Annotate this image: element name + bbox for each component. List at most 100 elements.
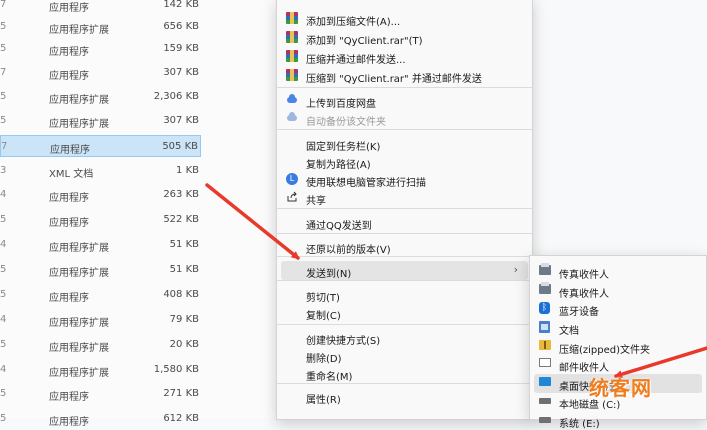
menu-item-rename[interactable]: 重命名(M) [281, 364, 528, 383]
file-size: 20 KB [169, 339, 199, 350]
file-row[interactable]: 5 应用程序 612 KB [0, 408, 201, 430]
file-idx: 4 [0, 239, 7, 250]
file-size: 612 KB [163, 413, 199, 424]
file-size: 408 KB [163, 289, 199, 300]
menu-item-label: 创建快捷方式(S) [306, 336, 381, 347]
file-row[interactable]: 5 应用程序扩展 307 KB [0, 110, 201, 132]
file-type: 应用程序 [49, 293, 89, 304]
menu-item-label: 添加到 "QyClient.rar"(T) [306, 36, 423, 47]
file-type: 应用程序扩展 [49, 268, 109, 279]
menu-item-restore-versions[interactable]: 还原以前的版本(V) [281, 237, 528, 256]
file-type: 应用程序扩展 [49, 243, 109, 254]
mail-icon [539, 358, 551, 370]
file-row[interactable]: 5 应用程序 408 KB [0, 284, 201, 306]
menu-item-upload-baidu[interactable]: 上传到百度网盘 [281, 91, 528, 110]
submenu-item-bluetooth[interactable]: ᛒ 蓝牙设备 [534, 299, 702, 318]
submenu-item-label: 蓝牙设备 [559, 307, 599, 318]
file-type: 应用程序 [50, 145, 90, 156]
disk-icon [539, 395, 551, 407]
submenu-item-documents[interactable]: 文档 [534, 318, 702, 337]
file-type: 应用程序 [49, 392, 89, 403]
file-row[interactable]: 4 应用程序扩展 51 KB [0, 234, 201, 256]
submenu-item-fax-recipient-2[interactable]: 传真收件人 [534, 281, 702, 300]
file-row[interactable]: 5 应用程序扩展 51 KB [0, 259, 201, 281]
menu-separator [277, 324, 532, 325]
menu-separator [277, 256, 532, 257]
menu-item-label: 发送到(N) [306, 269, 352, 280]
file-size: 505 KB [162, 141, 198, 152]
submenu-item-fax-recipient[interactable]: 传真收件人 [534, 262, 702, 281]
menu-item-copy[interactable]: 复制(C) [281, 303, 528, 322]
submenu-item-label: 传真收件人 [559, 289, 609, 300]
file-type: 应用程序扩展 [49, 119, 109, 130]
file-row[interactable]: 5 应用程序 522 KB [0, 209, 201, 231]
file-type: 应用程序扩展 [49, 343, 109, 354]
file-row[interactable]: 7 应用程序 505 KB [0, 135, 201, 157]
menu-item-properties[interactable]: 属性(R) [281, 387, 528, 406]
file-row[interactable]: 7 应用程序 142 KB [0, 0, 201, 16]
share-icon [286, 191, 298, 203]
file-idx: 3 [0, 165, 7, 176]
watermark-logo: 统客网 [589, 376, 652, 400]
menu-separator [277, 233, 532, 234]
file-type: 应用程序扩展 [49, 368, 109, 379]
file-row[interactable]: 4 应用程序扩展 1,580 KB [0, 359, 201, 381]
file-row[interactable]: 5 应用程序扩展 656 KB [0, 16, 201, 38]
menu-item-send-via-qq[interactable]: 通过QQ发送到 [281, 213, 528, 232]
file-row[interactable]: 5 应用程序 271 KB [0, 383, 201, 405]
file-size: 142 KB [163, 0, 199, 10]
file-type: XML 文档 [49, 169, 94, 180]
file-size: 1 KB [176, 165, 199, 176]
menu-item-label: 通过QQ发送到 [306, 221, 372, 232]
file-size: 271 KB [163, 388, 199, 399]
menu-item-pin-taskbar[interactable]: 固定到任务栏(K) [281, 134, 528, 153]
menu-item-delete[interactable]: 删除(D) [281, 346, 528, 365]
file-idx: 4 [0, 364, 7, 375]
file-idx: 5 [0, 339, 7, 350]
menu-item-create-shortcut[interactable]: 创建快捷方式(S) [281, 328, 528, 347]
file-row[interactable]: 5 应用程序扩展 2,306 KB [0, 86, 201, 108]
menu-item-lenovo-scan[interactable]: L 使用联想电脑管家进行扫描 [281, 170, 528, 189]
fax-icon [539, 282, 551, 296]
file-type: 应用程序 [49, 193, 89, 204]
menu-item-copy-as-path[interactable]: 复制为路径(A) [281, 152, 528, 171]
file-idx: 7 [0, 0, 7, 10]
file-idx: 5 [0, 264, 7, 275]
file-row[interactable]: 4 应用程序 263 KB [0, 184, 201, 206]
file-list: 7 应用程序 142 KB 5 应用程序扩展 656 KB 5 应用程序 159 KB 7 应用程序… [0, 0, 275, 428]
menu-item-label: 上传到百度网盘 [306, 99, 376, 110]
file-idx: 4 [0, 189, 7, 200]
menu-item-label: 压缩并通过邮件发送... [306, 55, 406, 66]
submenu-item-zip-folder[interactable]: 压缩(zipped)文件夹 [534, 337, 702, 356]
menu-item-compress-and-email[interactable]: 压缩并通过邮件发送... [281, 47, 528, 66]
baidu-cloud-icon [286, 94, 298, 106]
file-type: 应用程序 [49, 218, 89, 229]
file-row[interactable]: 5 应用程序扩展 20 KB [0, 334, 201, 356]
file-idx: 5 [0, 43, 7, 54]
menu-item-label: 复制为路径(A) [306, 160, 371, 171]
file-idx: 7 [1, 141, 8, 152]
file-size: 79 KB [169, 314, 199, 325]
file-size: 656 KB [163, 21, 199, 32]
winrar-icon [286, 50, 298, 62]
file-row[interactable]: 3 XML 文档 1 KB [0, 160, 201, 182]
file-row[interactable]: 4 应用程序扩展 79 KB [0, 309, 201, 331]
menu-item-share[interactable]: 共享 [281, 188, 528, 207]
menu-item-add-to-archive[interactable]: 添加到压缩文件(A)... [281, 9, 528, 28]
menu-item-add-to-rar[interactable]: 添加到 "QyClient.rar"(T) [281, 28, 528, 47]
menu-item-label: 删除(D) [306, 354, 342, 365]
submenu-item-label: 文档 [559, 326, 579, 337]
file-size: 2,306 KB [153, 91, 199, 102]
submenu-item-label: 传真收件人 [559, 270, 609, 281]
file-row[interactable]: 7 应用程序 307 KB [0, 62, 201, 84]
baidu-cloud-icon [286, 112, 298, 124]
submenu-item-label: 系统 (E:) [559, 419, 600, 430]
menu-item-cut[interactable]: 剪切(T) [281, 285, 528, 304]
menu-item-send-to[interactable]: 发送到(N) › [281, 261, 528, 280]
file-type: 应用程序 [49, 3, 89, 14]
menu-item-compress-rar-and-email[interactable]: 压缩到 "QyClient.rar" 并通过邮件发送 [281, 66, 528, 85]
menu-item-label: 属性(R) [306, 395, 341, 406]
file-row[interactable]: 5 应用程序 159 KB [0, 38, 201, 60]
submenu-item-system-e[interactable]: 系统 (E:) [534, 411, 702, 430]
menu-item-label: 共享 [306, 196, 326, 207]
